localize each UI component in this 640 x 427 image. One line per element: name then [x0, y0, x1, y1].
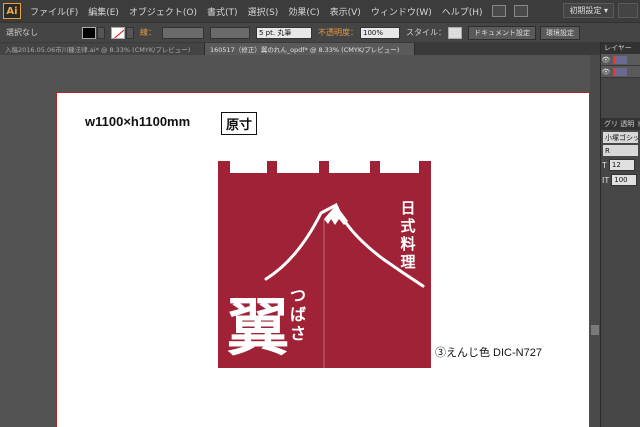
- workspace-switcher[interactable]: 初期設定 ▾: [563, 3, 614, 18]
- menu-bar: Ai ファイル(F) 編集(E) オブジェクト(O) 書式(T) 選択(S) 効…: [0, 0, 640, 22]
- selection-status: 選択なし: [6, 28, 38, 37]
- stroke-weight-field[interactable]: [162, 26, 204, 39]
- search-field[interactable]: [618, 3, 638, 18]
- arrange-documents-icon[interactable]: [513, 5, 528, 17]
- env-settings-wrap: 環境設定: [540, 25, 580, 40]
- menu-effect[interactable]: 効果(C): [283, 5, 324, 18]
- noren-loop: [218, 161, 230, 175]
- style-swatch[interactable]: [448, 26, 462, 39]
- chevron-down-icon[interactable]: [97, 26, 105, 39]
- document-settings-button[interactable]: ドキュメント設定: [468, 25, 536, 40]
- glyph-panel-title[interactable]: グリ 透明 ド: [601, 118, 640, 130]
- leading-row: IT 100: [602, 174, 639, 186]
- bridge-icon[interactable]: [491, 5, 506, 17]
- leading-input[interactable]: 100: [611, 174, 638, 186]
- menu-edit[interactable]: 編集(E): [83, 5, 124, 18]
- brush-field[interactable]: 5 pt. 丸筆: [256, 26, 312, 39]
- leading-icon: IT: [602, 175, 610, 185]
- menu-select[interactable]: 選択(S): [243, 5, 284, 18]
- noren-loop: [419, 161, 431, 175]
- vertical-scrollbar[interactable]: [590, 55, 600, 427]
- kana-char: ば: [290, 305, 306, 324]
- vertical-title-char: 式: [400, 217, 415, 235]
- tab-document-2[interactable]: 160517（修正）翼のれん_opdf* @ 8.33% (CMYK/プレビュー…: [205, 43, 415, 55]
- illustrator-window: Ai ファイル(F) 編集(E) オブジェクト(O) 書式(T) 選択(S) 効…: [0, 0, 640, 427]
- kana-char: さ: [290, 324, 306, 343]
- app-logo: Ai: [3, 3, 21, 19]
- size-label: w1100×h1100mm: [85, 114, 191, 129]
- vertical-title-char: 理: [400, 253, 415, 271]
- kana-char: つ: [290, 286, 306, 305]
- vertical-title-char: 料: [400, 235, 415, 253]
- style-swatch-box[interactable]: [448, 26, 462, 39]
- layer-row[interactable]: 👁: [601, 66, 640, 78]
- fill-swatch[interactable]: [82, 26, 96, 39]
- fill-control[interactable]: [82, 26, 105, 39]
- menu-view[interactable]: 表示(V): [325, 5, 366, 18]
- style-label: スタイル：: [406, 28, 446, 37]
- doc-settings-wrap: ドキュメント設定: [468, 25, 536, 40]
- noren-loop: [267, 161, 277, 175]
- font-style-field[interactable]: R: [603, 145, 638, 156]
- stroke-none-swatch[interactable]: [111, 26, 125, 39]
- font-size-icon: T: [602, 160, 607, 170]
- layer-color-swatch: [613, 55, 627, 64]
- opacity-label[interactable]: 不透明度：: [318, 27, 358, 38]
- eye-icon[interactable]: 👁: [601, 56, 611, 64]
- tab-document-1[interactable]: 入稿2016.05.06市川糠法律.ai* @ 8.33% (CMYK/プレビュ…: [0, 43, 205, 55]
- menu-file[interactable]: ファイル(F): [25, 5, 83, 18]
- stroke-control[interactable]: [111, 26, 134, 39]
- menu-window[interactable]: ウィンドウ(W): [366, 5, 437, 18]
- scroll-thumb[interactable]: [591, 325, 599, 335]
- color-note: ③えんじ色 DIC-N727: [435, 347, 542, 359]
- menu-object[interactable]: オブジェクト(O): [124, 5, 202, 18]
- stroke-weight-input[interactable]: [162, 26, 204, 39]
- chevron-down-icon[interactable]: [126, 26, 134, 39]
- canvas-area[interactable]: w1100×h1100mm 原寸 日 式 料 理 つ ば さ 翼 ③えんじ色 D…: [0, 55, 600, 427]
- opacity-input[interactable]: 100%: [360, 26, 400, 39]
- right-panel-dock: レイヤー 👁 👁 グリ 透明 ド 小塚ゴシック R T12 IT100: [600, 42, 640, 427]
- layer-row[interactable]: 👁: [601, 54, 640, 66]
- variable-width-field[interactable]: [210, 26, 250, 39]
- eye-icon[interactable]: 👁: [601, 68, 611, 76]
- tab-label: 160517（修正）翼のれん_opdf* @ 8.33% (CMYK/プレビュー…: [210, 46, 400, 54]
- document-tabs: 入稿2016.05.06市川糠法律.ai* @ 8.33% (CMYK/プレビュ…: [0, 42, 600, 55]
- menu-help[interactable]: ヘルプ(H): [437, 5, 488, 18]
- variable-width-input[interactable]: [210, 26, 250, 39]
- noren-loop: [370, 161, 380, 175]
- artboard[interactable]: w1100×h1100mm 原寸 日 式 料 理 つ ば さ 翼 ③えんじ色 D…: [56, 92, 590, 427]
- brush-input[interactable]: 5 pt. 丸筆: [256, 26, 312, 39]
- font-size-input[interactable]: 12: [608, 159, 635, 171]
- control-bar: 選択なし 線： 5 pt. 丸筆 不透明度： 100% スタイル： ドキュメント…: [0, 22, 640, 42]
- opacity-field[interactable]: 100%: [360, 26, 400, 39]
- layers-panel-space: [601, 78, 640, 118]
- tab-label: 入稿2016.05.06市川糠法律.ai* @ 8.33% (CMYK/プレビュ…: [5, 46, 191, 54]
- font-family-field[interactable]: 小塚ゴシック: [603, 132, 638, 143]
- noren-design[interactable]: 日 式 料 理 つ ば さ 翼: [218, 161, 431, 368]
- font-size-row: T 12: [602, 159, 639, 171]
- main-kanji: 翼: [227, 291, 289, 364]
- workspace-label: 初期設定: [569, 6, 602, 15]
- menu-type[interactable]: 書式(T): [202, 5, 243, 18]
- layers-panel-title[interactable]: レイヤー: [601, 42, 640, 54]
- preferences-button[interactable]: 環境設定: [540, 25, 580, 40]
- noren-loop: [319, 161, 329, 175]
- vertical-title-char: 日: [400, 199, 415, 217]
- original-size-label: 原寸: [221, 112, 258, 135]
- layer-color-swatch: [613, 67, 627, 76]
- stroke-label[interactable]: 線：: [140, 27, 156, 38]
